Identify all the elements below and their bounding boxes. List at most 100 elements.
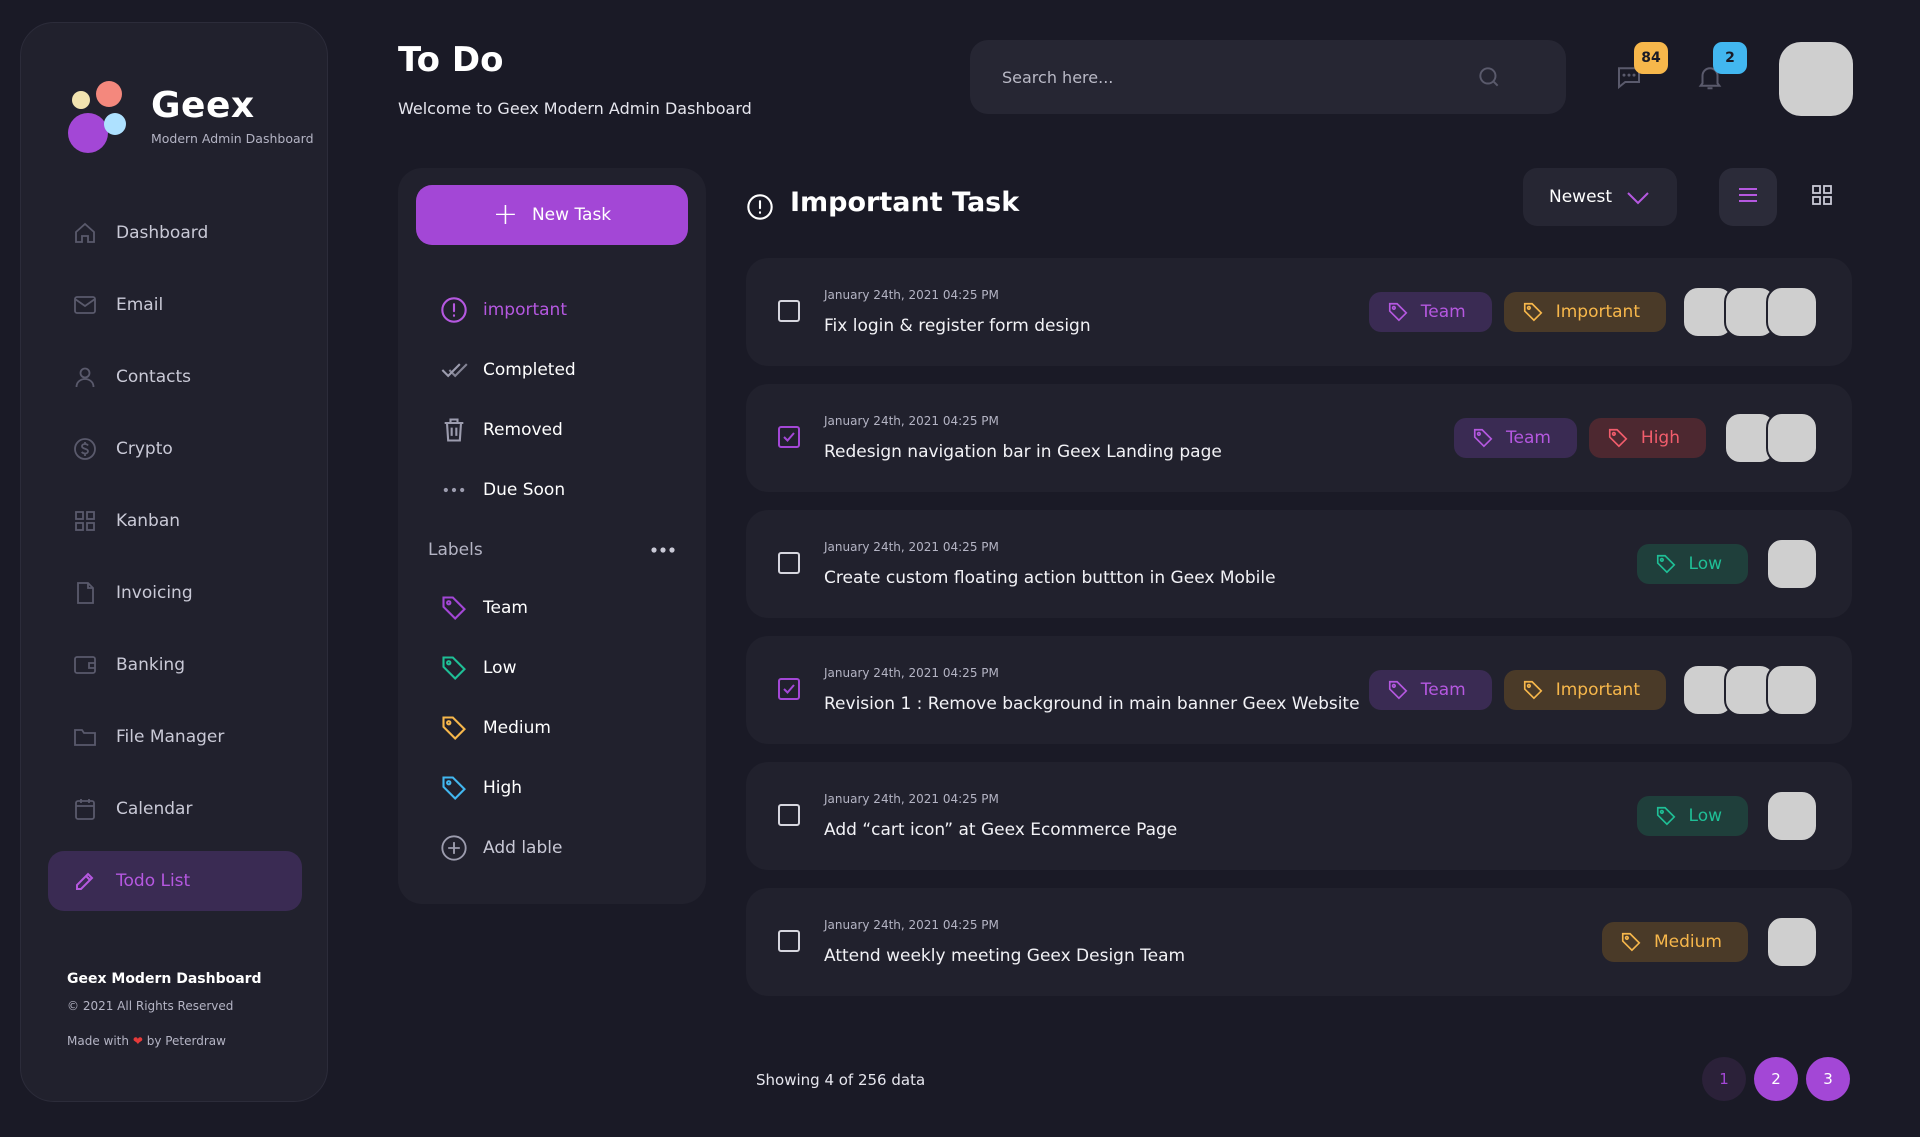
more-horizontal-icon <box>440 476 468 504</box>
tag-icon <box>1523 680 1543 700</box>
list-view-button[interactable] <box>1719 168 1777 226</box>
task-assignees[interactable] <box>1766 916 1818 968</box>
label-high[interactable]: High <box>440 758 680 818</box>
search-icon[interactable] <box>1476 64 1502 90</box>
chevron-down-icon <box>1626 190 1650 205</box>
task-card[interactable]: January 24th, 2021 04:25 PM Attend weekl… <box>746 888 1852 996</box>
task-title: Revision 1 : Remove background in main b… <box>824 694 1360 714</box>
sidebar-footer: Geex Modern Dashboard © 2021 All Rights … <box>67 971 307 1048</box>
page-button-3[interactable]: 3 <box>1806 1057 1850 1101</box>
sidebar-item-calendar[interactable]: Calendar <box>48 779 302 839</box>
sidebar-item-contacts[interactable]: Contacts <box>48 347 302 407</box>
search-input[interactable] <box>1002 62 1482 92</box>
task-title: Attend weekly meeting Geex Design Team <box>824 946 1186 966</box>
filter-important[interactable]: important <box>440 280 680 340</box>
add-label-button[interactable]: Add lable <box>440 818 680 878</box>
tag-label: High <box>1640 428 1680 448</box>
task-checkbox[interactable] <box>778 300 800 322</box>
filter-due-soon[interactable]: Due Soon <box>440 460 680 520</box>
pagination-summary: Showing 4 of 256 data <box>756 1071 926 1089</box>
task-card[interactable]: January 24th, 2021 04:25 PM Redesign nav… <box>746 384 1852 492</box>
sidebar-item-banking[interactable]: Banking <box>48 635 302 695</box>
sidebar-item-email[interactable]: Email <box>48 275 302 335</box>
sidebar-item-label: File Manager <box>116 727 225 747</box>
task-title: Redesign navigation bar in Geex Landing … <box>824 442 1222 462</box>
user-avatar[interactable] <box>1779 42 1853 116</box>
task-card[interactable]: January 24th, 2021 04:25 PM Revision 1 :… <box>746 636 1852 744</box>
sidebar-item-file-manager[interactable]: File Manager <box>48 707 302 767</box>
task-checkbox[interactable] <box>778 804 800 826</box>
task-assignees[interactable] <box>1766 538 1818 590</box>
folder-icon <box>72 724 98 750</box>
task-checkbox[interactable] <box>778 426 800 448</box>
sidebar-item-label: Kanban <box>116 511 181 531</box>
brand-logo[interactable]: Geex Modern Admin Dashboard <box>48 61 314 161</box>
task-assignees[interactable] <box>1682 286 1818 338</box>
filter-removed[interactable]: Removed <box>440 400 680 460</box>
sidebar-item-label: Email <box>116 295 164 315</box>
tag-label: Medium <box>1654 932 1722 952</box>
grid-view-button[interactable] <box>1793 168 1851 226</box>
filter-completed[interactable]: Completed <box>440 340 680 400</box>
task-card[interactable]: January 24th, 2021 04:25 PM Create custo… <box>746 510 1852 618</box>
tag-team[interactable]: Team <box>1368 670 1492 710</box>
task-card[interactable]: January 24th, 2021 04:25 PM Add “cart ic… <box>746 762 1852 870</box>
task-card[interactable]: January 24th, 2021 04:25 PM Fix login & … <box>746 258 1852 366</box>
task-assignees[interactable] <box>1724 412 1818 464</box>
page-button-2[interactable]: 2 <box>1754 1057 1798 1101</box>
tag-medium[interactable]: Medium <box>1602 922 1748 962</box>
sidebar-item-crypto[interactable]: Crypto <box>48 419 302 479</box>
labels-more-icon[interactable] <box>648 542 678 558</box>
trash-icon <box>440 416 468 444</box>
task-tags: Low <box>1636 796 1748 836</box>
sidebar-item-todo-list[interactable]: Todo List <box>48 851 302 911</box>
footer-title: Geex Modern Dashboard <box>67 971 262 987</box>
sidebar-item-kanban[interactable]: Kanban <box>48 491 302 551</box>
sidebar-item-label: Invoicing <box>116 583 193 603</box>
avatar <box>1766 916 1818 968</box>
pencil-icon <box>72 868 98 894</box>
label-low[interactable]: Low <box>440 638 680 698</box>
sidebar-item-label: Todo List <box>116 871 191 891</box>
sidebar-item-label: Contacts <box>116 367 191 387</box>
tag-label: Important <box>1555 680 1640 700</box>
labels-heading: Labels <box>428 540 483 560</box>
label-list: Team Low Medium High Add lable <box>440 578 680 878</box>
tag-label: Team <box>1505 428 1551 448</box>
tag-label: Low <box>1688 554 1722 574</box>
task-assignees[interactable] <box>1682 664 1818 716</box>
label-team[interactable]: Team <box>440 578 680 638</box>
new-task-label: New Task <box>531 205 612 225</box>
label-name: Team <box>483 598 528 618</box>
credit-prefix: Made with <box>67 1034 129 1048</box>
sort-dropdown[interactable]: Newest <box>1523 168 1677 226</box>
task-tags: Low <box>1636 544 1748 584</box>
tag-high[interactable]: High <box>1588 418 1706 458</box>
task-checkbox[interactable] <box>778 930 800 952</box>
credit-suffix: by Peterdraw <box>146 1034 226 1048</box>
tag-low[interactable]: Low <box>1636 796 1748 836</box>
task-checkbox[interactable] <box>778 552 800 574</box>
page-button-1[interactable]: 1 <box>1702 1057 1746 1101</box>
document-icon <box>72 580 98 606</box>
user-icon <box>72 364 98 390</box>
check-icon <box>783 684 795 694</box>
task-title: Create custom floating action buttton in… <box>824 568 1276 588</box>
tag-icon <box>1656 806 1675 826</box>
tag-important[interactable]: Important <box>1503 670 1666 710</box>
label-medium[interactable]: Medium <box>440 698 680 758</box>
sidebar-item-invoicing[interactable]: Invoicing <box>48 563 302 623</box>
grid-icon <box>1810 183 1834 211</box>
tag-low[interactable]: Low <box>1636 544 1748 584</box>
task-assignees[interactable] <box>1766 790 1818 842</box>
filter-list: important Completed Removed Due Soon <box>440 280 680 520</box>
new-task-button[interactable]: + New Task <box>416 185 688 245</box>
tag-important[interactable]: Important <box>1503 292 1666 332</box>
tag-team[interactable]: Team <box>1368 292 1492 332</box>
task-tags: Medium <box>1602 922 1748 962</box>
task-checkbox[interactable] <box>778 678 800 700</box>
alert-circle-icon <box>746 193 774 221</box>
tag-team[interactable]: Team <box>1453 418 1577 458</box>
sidebar-item-label: Banking <box>116 655 185 675</box>
sidebar-item-dashboard[interactable]: Dashboard <box>48 203 302 263</box>
